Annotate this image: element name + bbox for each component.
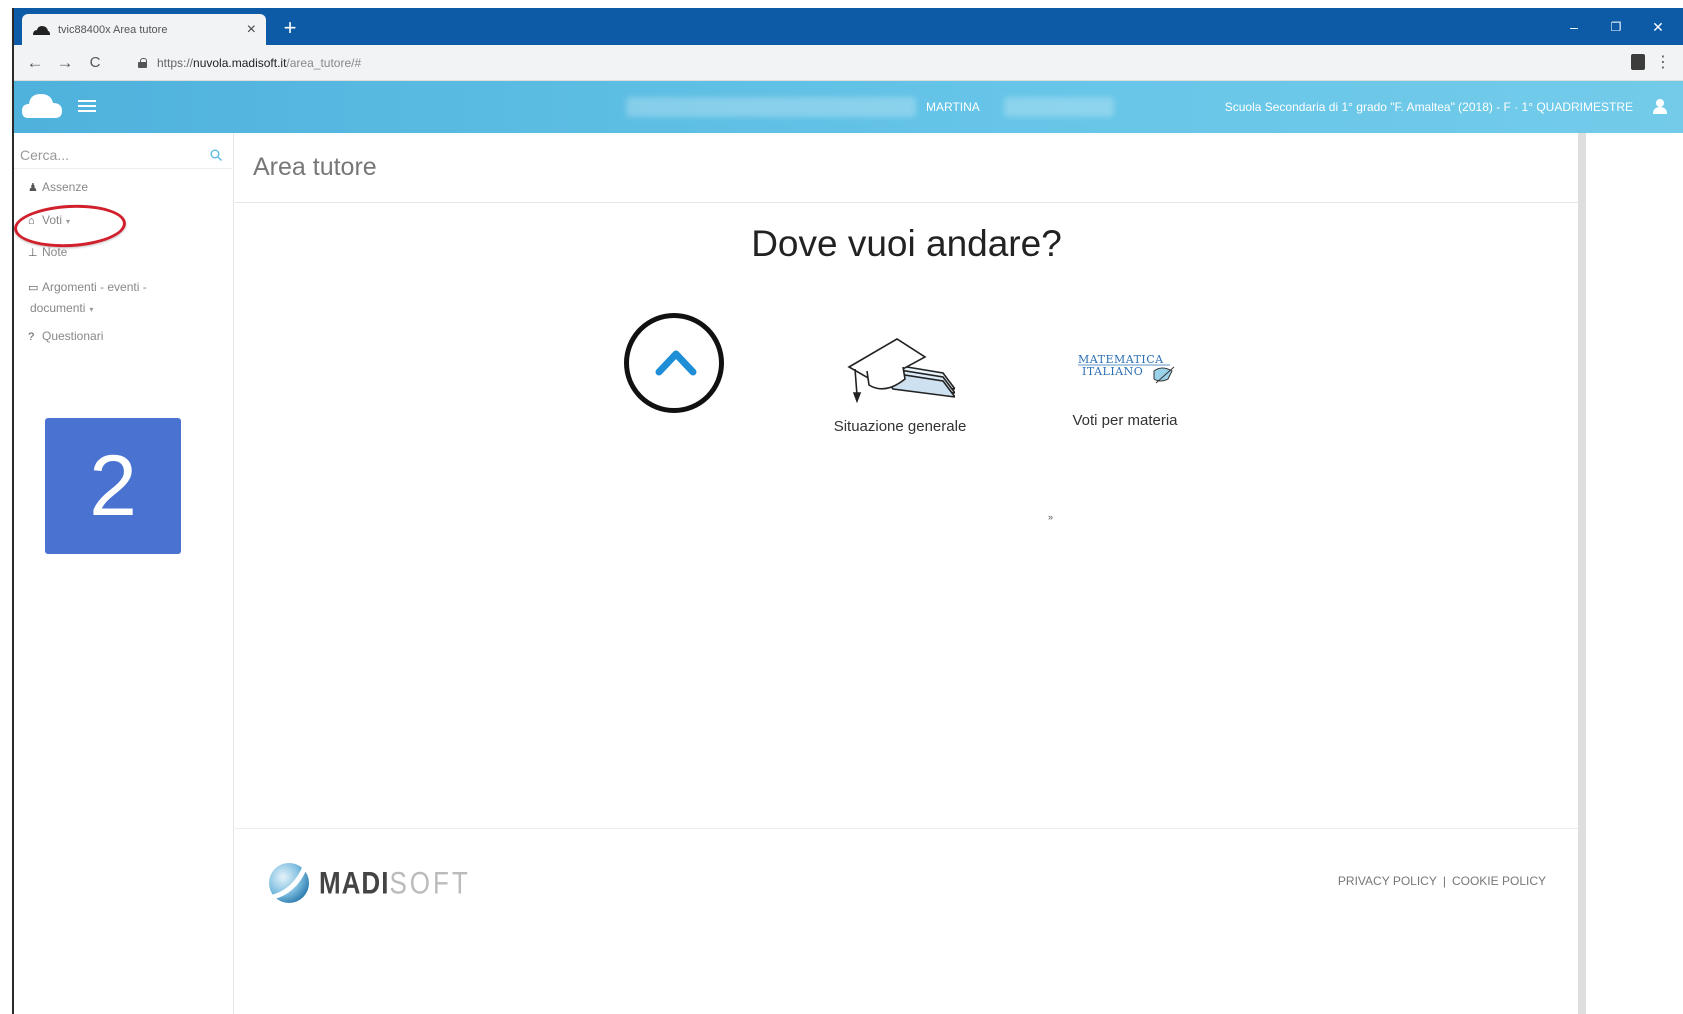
sidebar-item-argomenti[interactable]: ▭ Argomenti - eventi - documenti ▾: [28, 277, 147, 320]
bank-icon: ⌂: [28, 215, 35, 227]
browser-menu-icon[interactable]: ⋮: [1655, 52, 1671, 72]
footer-links: PRIVACY POLICY | COOKIE POLICY: [1338, 874, 1546, 888]
page-title: Area tutore: [253, 153, 377, 181]
option-voti-per-materia[interactable]: MATEMATICA ITALIANO Voti per materia: [1050, 349, 1200, 429]
step-number-badge: 2: [45, 418, 181, 554]
logo-text: MADI: [319, 864, 390, 901]
profile-icon[interactable]: [1631, 54, 1645, 70]
back-button[interactable]: ←: [24, 52, 46, 74]
reload-button[interactable]: C: [84, 52, 106, 74]
cookie-policy-link[interactable]: COOKIE POLICY: [1452, 874, 1546, 888]
option-label: Situazione generale: [833, 418, 967, 435]
sidebar-item-assenze[interactable]: ♟ Assenze: [28, 180, 88, 194]
privacy-policy-link[interactable]: PRIVACY POLICY: [1338, 874, 1437, 888]
main-content: Area tutore Dove vuoi andare? Situazione…: [235, 133, 1578, 1014]
search-input[interactable]: [20, 143, 200, 167]
url-path: /area_tutore/#: [286, 56, 362, 70]
svg-text:ITALIANO: ITALIANO: [1082, 365, 1143, 378]
header-user-name: MARTINA: [926, 100, 980, 114]
window-close-button[interactable]: ✕: [1641, 14, 1675, 40]
sidebar-item-voti[interactable]: ⌂ Voti ▾: [28, 213, 70, 227]
cloud-favicon-icon: [33, 25, 50, 35]
redacted-info: [1004, 97, 1114, 117]
redacted-info: [626, 97, 916, 117]
chevron-up-icon: [655, 350, 697, 376]
logo-text: SOFT: [389, 864, 471, 901]
address-bar: ← → C https://nuvola.madisoft.it/area_tu…: [14, 45, 1683, 81]
folder-icon: ▭: [28, 282, 39, 294]
app-header: MARTINA Scuola Secondaria di 1° grado "F…: [14, 81, 1683, 133]
sidebar-item-label: Voti: [42, 213, 63, 227]
content-area: Dove vuoi andare? Situazione generale MA…: [235, 203, 1578, 828]
tab-title: tvic88400x Area tutore: [58, 23, 168, 36]
sidebar-item-questionari[interactable]: ? Questionari: [28, 329, 103, 343]
sidebar-item-label: Argomenti - eventi -: [42, 280, 147, 294]
header-school-info[interactable]: Scuola Secondaria di 1° grado "F. Amalte…: [1225, 100, 1633, 114]
lock-icon: [138, 58, 147, 68]
option-label: Voti per materia: [1072, 412, 1178, 429]
minimize-button[interactable]: –: [1557, 14, 1591, 40]
separator: |: [1442, 874, 1446, 888]
sidebar: ♟Assenze ⌂Voti▾ ⊥Note ▭Argomenti - event…: [14, 133, 234, 1014]
sidebar-item-label-line2: documenti: [30, 301, 86, 315]
tab-strip: tvic88400x Area tutore × + – ❐ ✕: [14, 8, 1683, 45]
headline: Dove vuoi andare?: [751, 223, 1062, 264]
sidebar-search: [14, 139, 234, 169]
browser-window: tvic88400x Area tutore × + – ❐ ✕ ← → C h…: [12, 8, 1683, 1014]
question-icon: ?: [28, 331, 35, 343]
footer: MADI SOFT PRIVACY POLICY | COOKIE POLICY: [235, 828, 1578, 1014]
forward-button[interactable]: →: [54, 52, 76, 74]
right-gutter: [1578, 133, 1683, 1014]
option-situazione-generale[interactable]: Situazione generale: [825, 333, 975, 435]
tiny-mark: »: [1048, 512, 1054, 522]
scrollbar[interactable]: [1578, 133, 1586, 1014]
sidebar-item-label: Note: [42, 245, 68, 259]
pin-icon: ⊥: [28, 247, 38, 259]
new-tab-button[interactable]: +: [276, 14, 304, 42]
graduation-cap-icon: [847, 338, 957, 404]
matematica-italiano-icon: MATEMATICA ITALIANO: [1078, 353, 1175, 384]
scroll-up-button[interactable]: [624, 313, 724, 413]
restore-button[interactable]: ❐: [1599, 14, 1633, 40]
search-icon[interactable]: [210, 149, 222, 161]
cloud-logo-icon[interactable]: [22, 91, 62, 119]
page-title-bar: Area tutore: [235, 133, 1578, 203]
browser-tab[interactable]: tvic88400x Area tutore ×: [22, 14, 266, 45]
user-icon: ♟: [28, 182, 38, 194]
hamburger-menu-icon[interactable]: [78, 97, 96, 115]
url-field[interactable]: https://nuvola.madisoft.it/area_tutore/#: [124, 50, 1619, 76]
caret-down-icon: ▾: [89, 305, 94, 314]
madisoft-logo[interactable]: MADI SOFT: [265, 861, 471, 905]
url-host: nuvola.madisoft.it: [193, 56, 287, 70]
user-icon[interactable]: [1653, 98, 1667, 114]
sidebar-item-label: Questionari: [42, 329, 104, 343]
madisoft-sphere-icon: [269, 863, 309, 903]
sidebar-item-label: Assenze: [42, 180, 89, 194]
tab-close-icon[interactable]: ×: [247, 21, 256, 39]
sidebar-item-note[interactable]: ⊥ Note: [28, 245, 67, 259]
url-prefix: https://: [157, 56, 194, 70]
caret-down-icon: ▾: [66, 217, 71, 226]
